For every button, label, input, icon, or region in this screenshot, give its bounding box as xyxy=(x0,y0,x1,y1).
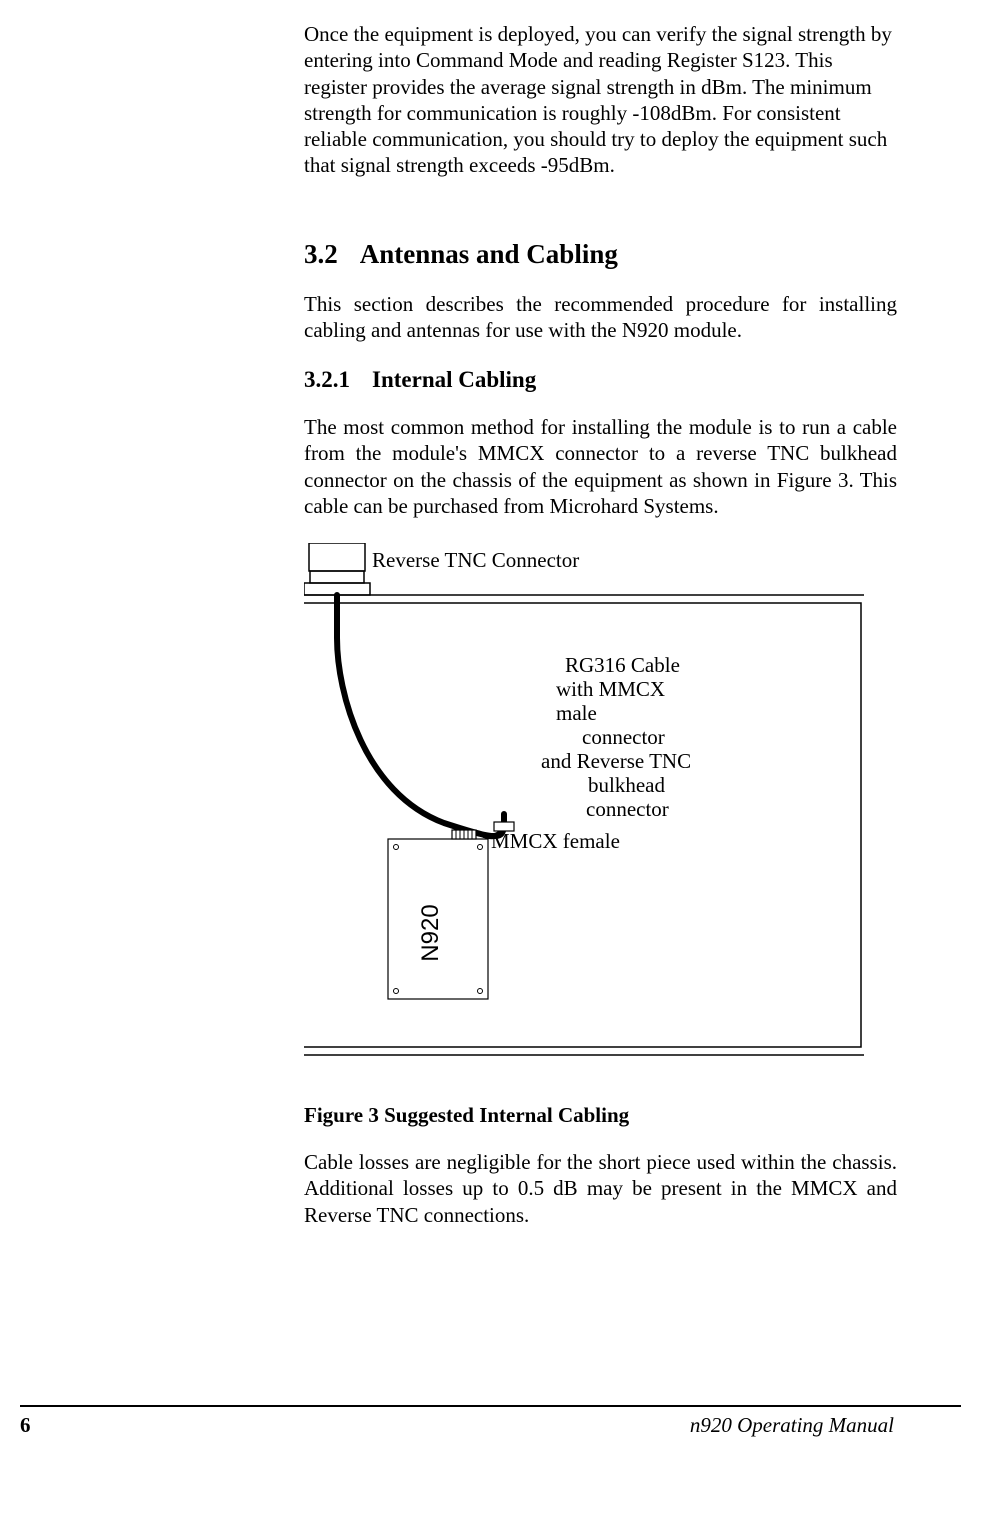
page-footer: 6 n920 Operating Manual xyxy=(20,1405,961,1447)
document-page: Once the equipment is deployed, you can … xyxy=(0,21,981,1517)
svg-text:N920: N920 xyxy=(417,904,444,961)
label-mmcx-female: MMCX female xyxy=(491,829,620,854)
label-cable-line1: RG316 Cable xyxy=(565,653,680,678)
paragraph-intro: Once the equipment is deployed, you can … xyxy=(304,21,897,179)
label-cable-line7: connector xyxy=(586,797,669,822)
heading-3-2-number: 3.2 xyxy=(304,239,338,270)
footer-title: n920 Operating Manual xyxy=(690,1413,894,1438)
heading-3-2-1-number: 3.2.1 xyxy=(304,367,350,393)
paragraph-3-2-1-b: Cable losses are negligible for the shor… xyxy=(304,1149,897,1228)
figure-3-caption: Figure 3 Suggested Internal Cabling xyxy=(304,1103,897,1128)
label-cable-line5: and Reverse TNC xyxy=(541,749,691,774)
heading-3-2: 3.2 Antennas and Cabling xyxy=(304,239,897,270)
cabling-diagram-svg: N920 xyxy=(304,543,864,1063)
figure-3-container: N920 Reverse TNC Connector RG316 Cable w… xyxy=(304,543,897,1063)
heading-3-2-1: 3.2.1 Internal Cabling xyxy=(304,367,897,393)
label-reverse-tnc: Reverse TNC Connector xyxy=(372,548,579,573)
page-number: 6 xyxy=(20,1413,31,1438)
paragraph-3-2-1-a: The most common method for installing th… xyxy=(304,414,897,519)
label-cable-line4: connector xyxy=(582,725,665,750)
heading-3-2-title: Antennas and Cabling xyxy=(360,239,618,269)
figure-3-diagram: N920 Reverse TNC Connector RG316 Cable w… xyxy=(304,543,864,1063)
heading-3-2-1-title: Internal Cabling xyxy=(372,367,536,392)
label-cable-line2: with MMCX xyxy=(556,677,665,702)
paragraph-3-2: This section describes the recommended p… xyxy=(304,291,897,344)
label-cable-line6: bulkhead xyxy=(588,773,665,798)
label-cable-line3: male xyxy=(556,701,597,726)
